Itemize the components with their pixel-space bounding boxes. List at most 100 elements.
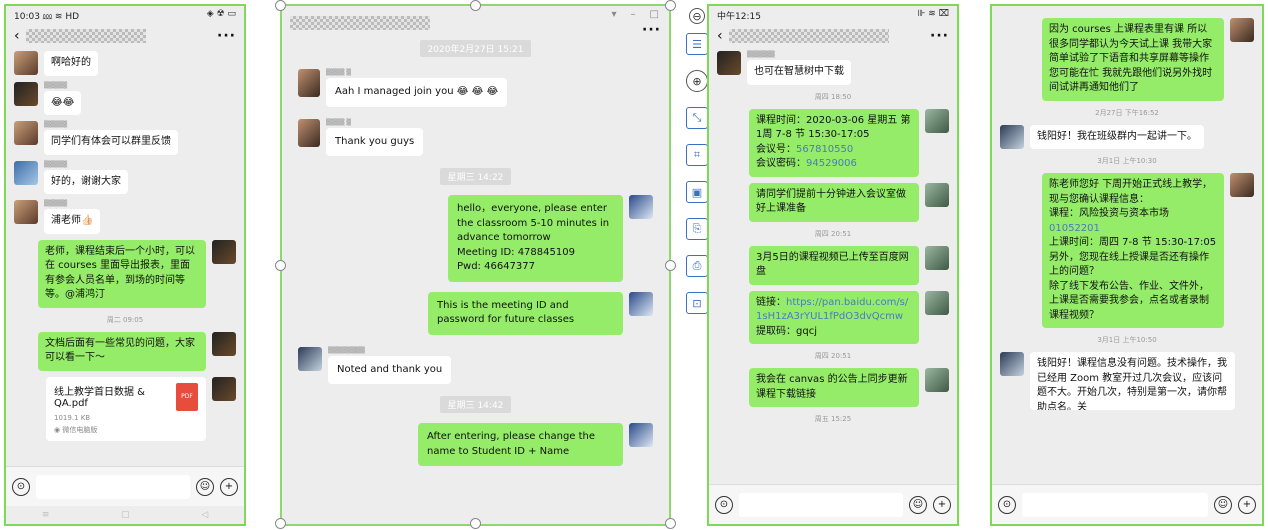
- voice-icon[interactable]: ⊙: [12, 477, 30, 496]
- meeting-password-link[interactable]: 94529006: [806, 158, 857, 169]
- message-bubble[interactable]: 因为 courses 上课程表里有课 所以很多同学都认为今天试上课 我带大家简单…: [1042, 18, 1224, 101]
- message-bubble[interactable]: 链接：https://pan.baidu.com/s/1sH1zA3rYUL1f…: [749, 290, 919, 344]
- avatar[interactable]: [298, 118, 320, 147]
- more-icon[interactable]: ···: [642, 22, 661, 38]
- message-bubble[interactable]: 同学们有体会可以群里反馈: [44, 130, 178, 155]
- file-card[interactable]: 线上教学首日数据 & QA.pdf PDF 1019.1 KB ◉ 微信电脑版: [46, 376, 206, 441]
- message-bubble[interactable]: Noted and thank you: [328, 355, 452, 384]
- message-bubble[interactable]: This is the meeting ID and password for …: [428, 291, 623, 335]
- emoji-icon[interactable]: ☺: [909, 495, 927, 514]
- crop-icon[interactable]: ⌗: [686, 144, 708, 166]
- avatar[interactable]: [14, 160, 38, 185]
- message-input[interactable]: [1022, 492, 1208, 517]
- sender-name: ▒▒▒▒▒: [44, 200, 68, 207]
- plus-icon[interactable]: +: [1238, 495, 1256, 514]
- sender-name: ▒▒▒▒▒▒▒▒: [328, 346, 365, 354]
- emoji-icon[interactable]: ☺: [1214, 495, 1232, 514]
- avatar[interactable]: [1230, 173, 1254, 197]
- course-code-link[interactable]: 01052201: [1049, 223, 1100, 234]
- voice-icon[interactable]: ⊙: [998, 495, 1016, 514]
- avatar[interactable]: [925, 290, 949, 315]
- more-icon[interactable]: ···: [930, 28, 949, 44]
- avatar[interactable]: [925, 368, 949, 392]
- save-image-icon[interactable]: ⊡: [686, 292, 708, 314]
- message-bubble[interactable]: 请同学们提前十分钟进入会议室做好上课准备: [749, 182, 919, 222]
- avatar[interactable]: [1000, 124, 1024, 149]
- avatar[interactable]: [14, 200, 38, 224]
- avatar[interactable]: [212, 239, 236, 264]
- emoji-icon[interactable]: ☺: [196, 477, 214, 496]
- message-bubble[interactable]: Aah I managed join you 😂 😂 😂: [326, 78, 508, 107]
- avatar[interactable]: [14, 121, 38, 145]
- resize-handle[interactable]: [665, 518, 676, 529]
- message-bubble[interactable]: 陈老师您好 下周开始正式线上教学，现与您确认课程信息： 课程：风险投资与资本市场…: [1042, 173, 1224, 328]
- avatar[interactable]: [629, 195, 653, 219]
- message-bubble[interactable]: 啊哈好的: [44, 51, 98, 76]
- message-bubble[interactable]: 我会在 canvas 的公告上同步更新课程下载链接: [749, 368, 919, 407]
- chat-panel-2: ··· ▾ – □ 2020年2月27日 15:21 ▒▒▒▒ ▒ Aah I m…: [280, 4, 671, 526]
- resize-handle[interactable]: [275, 518, 286, 529]
- status-time: 10:03 ⅏ ≋ HD: [14, 12, 80, 22]
- avatar[interactable]: [1230, 18, 1254, 42]
- message-bubble[interactable]: 好的，谢谢大家: [44, 169, 128, 194]
- avatar[interactable]: [14, 51, 38, 75]
- message-bubble[interactable]: Thank you guys: [326, 127, 424, 156]
- resize-handle[interactable]: [275, 0, 286, 11]
- menu-nav-icon[interactable]: ≡: [42, 510, 50, 520]
- resize-handle[interactable]: [665, 260, 676, 271]
- message-bubble[interactable]: 钱阳好！我在班级群内一起讲一下。: [1030, 124, 1204, 149]
- message-bubble[interactable]: After entering, please change the name t…: [418, 423, 623, 466]
- timestamp: 星期三 14:42: [439, 396, 512, 413]
- minimize-icon[interactable]: –: [631, 9, 636, 20]
- avatar[interactable]: [298, 346, 322, 371]
- message-bubble[interactable]: 浦老师👍🏻: [44, 209, 101, 234]
- plus-icon[interactable]: +: [220, 477, 238, 496]
- resize-icon[interactable]: ⤡: [686, 107, 708, 129]
- file-name: 线上教学首日数据 & QA.pdf: [54, 386, 145, 409]
- maximize-icon[interactable]: □: [650, 9, 659, 20]
- back-nav-icon[interactable]: ◁: [201, 510, 208, 520]
- avatar[interactable]: [212, 376, 236, 401]
- message-bubble[interactable]: 钱阳好！课程信息没有问题。技术操作，我已经用 Zoom 教室开过几次会议，应该问…: [1030, 352, 1235, 410]
- export-icon[interactable]: ⎙: [686, 255, 708, 277]
- message-bubble[interactable]: 课程时间：2020-03-06 星期五 第1周 7-8 节 15:30-17:0…: [749, 108, 919, 177]
- back-icon[interactable]: ‹: [717, 28, 723, 44]
- image-icon[interactable]: ▣: [686, 181, 708, 203]
- message-bubble[interactable]: 😂😂: [44, 90, 82, 115]
- message-bubble[interactable]: 3月5日的课程视频已上传至百度网盘: [749, 245, 919, 285]
- copy-icon[interactable]: ⎘: [686, 218, 708, 240]
- message-bubble[interactable]: 文档后面有一些常见的问题，大家可以看一下～: [38, 331, 206, 371]
- resize-handle[interactable]: [665, 0, 676, 11]
- message-bubble[interactable]: 也可在智慧树中下载: [747, 60, 851, 85]
- collapse-icon[interactable]: ⊖: [689, 8, 705, 24]
- status-bar: 10:03 ⅏ ≋ HD ◈ ☢ ▭: [6, 6, 244, 24]
- avatar[interactable]: [629, 291, 653, 316]
- resize-handle[interactable]: [470, 518, 481, 529]
- avatar[interactable]: [925, 245, 949, 270]
- message-text: 会议密码：: [756, 158, 806, 169]
- back-icon[interactable]: ‹: [14, 28, 20, 44]
- zoom-icon[interactable]: ⊕: [686, 70, 708, 92]
- voice-icon[interactable]: ⊙: [715, 495, 733, 514]
- timestamp: 周四 20:51: [814, 229, 852, 238]
- pin-icon[interactable]: ▾: [612, 9, 617, 20]
- meeting-id-link[interactable]: 567810550: [796, 144, 853, 155]
- home-nav-icon[interactable]: ▢: [121, 510, 130, 520]
- avatar[interactable]: [14, 81, 38, 106]
- more-icon[interactable]: ···: [217, 28, 236, 44]
- text-recognize-icon[interactable]: ☰: [686, 33, 708, 55]
- message-bubble[interactable]: 老师，课程结束后一个小时，可以在 courses 里面导出报表，里面有参会人员名…: [38, 239, 206, 308]
- avatar[interactable]: [629, 423, 653, 447]
- avatar[interactable]: [212, 331, 236, 356]
- avatar[interactable]: [717, 51, 741, 75]
- message-input[interactable]: [739, 492, 903, 517]
- plus-icon[interactable]: +: [933, 495, 951, 514]
- message-input[interactable]: [36, 474, 190, 499]
- avatar[interactable]: [925, 108, 949, 133]
- resize-handle[interactable]: [470, 0, 481, 11]
- resize-handle[interactable]: [275, 260, 286, 271]
- avatar[interactable]: [925, 182, 949, 207]
- message-bubble[interactable]: hello，everyone, please enter the classro…: [448, 195, 623, 282]
- avatar[interactable]: [298, 69, 320, 97]
- avatar[interactable]: [1000, 352, 1024, 376]
